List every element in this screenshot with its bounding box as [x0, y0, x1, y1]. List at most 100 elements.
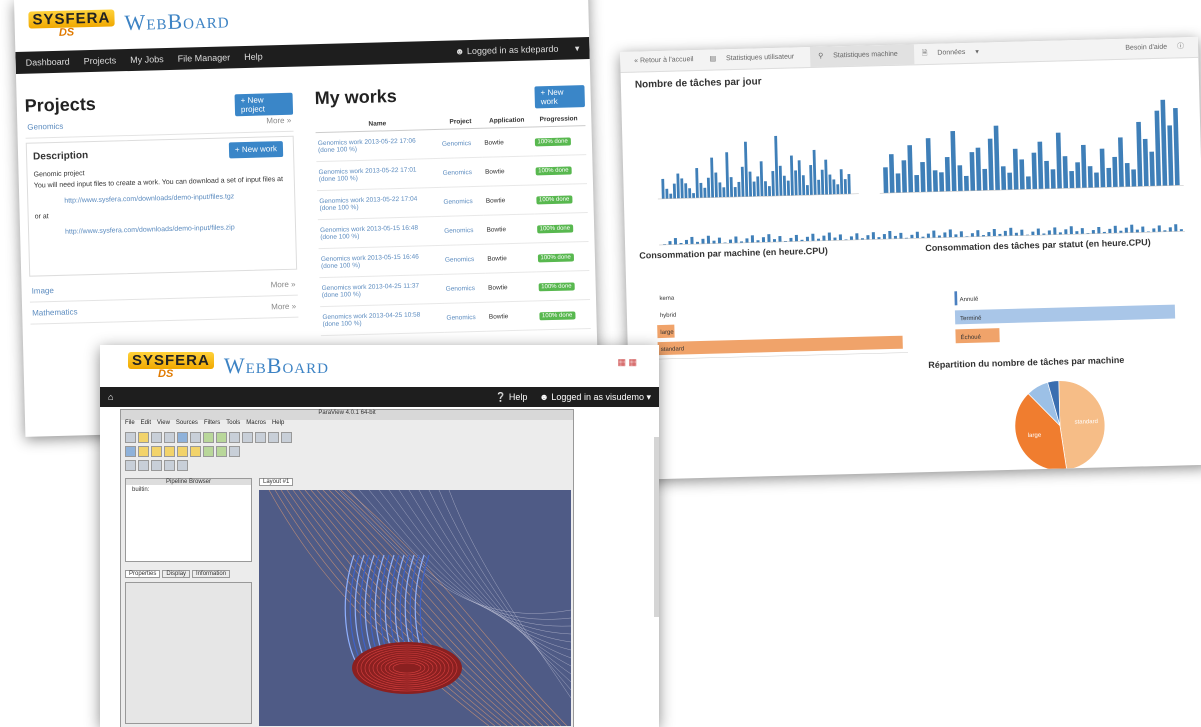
view-z-icon[interactable]: [151, 459, 162, 471]
first-frame-icon[interactable]: [229, 431, 240, 443]
menu-sources[interactable]: Sources: [176, 420, 198, 430]
bar: [782, 175, 787, 196]
nav-help[interactable]: Help: [244, 52, 263, 62]
bar-label: kema: [659, 296, 674, 302]
select-icon[interactable]: [177, 459, 188, 471]
user-menu[interactable]: ☻ Logged in as kdepardo ▾: [455, 43, 580, 57]
reset-camera-icon[interactable]: [203, 431, 214, 443]
work-name[interactable]: Genomics work 2013-05-15 16:46 (done 100 …: [318, 245, 444, 278]
menu-macros[interactable]: Macros: [246, 420, 266, 430]
menu-file[interactable]: File: [125, 420, 135, 430]
help-button[interactable]: ❔ Help: [495, 392, 527, 403]
pipeline-item-builtin[interactable]: builtin:: [126, 485, 251, 495]
bar: [1149, 151, 1155, 187]
user-menu-2[interactable]: ☻ Logged in as visudemo ▾: [539, 392, 651, 403]
work-project[interactable]: Genomics: [441, 186, 485, 217]
page-scrollbar[interactable]: [654, 437, 659, 617]
sysfera-logo[interactable]: SYSFERA DS: [28, 9, 115, 39]
rotate-icon[interactable]: [164, 459, 175, 471]
calculator-icon[interactable]: [138, 445, 149, 457]
nav-dashboard[interactable]: Dashboard: [26, 57, 70, 68]
tab-back-home[interactable]: « Retour à l'accueil: [626, 50, 702, 72]
glyph-icon[interactable]: [203, 445, 214, 457]
view-x-icon[interactable]: [125, 459, 136, 471]
bar: [1031, 231, 1035, 236]
slice-icon[interactable]: [177, 445, 188, 457]
menu-view[interactable]: View: [157, 420, 170, 430]
play-icon[interactable]: [255, 431, 266, 443]
bar: [1118, 137, 1124, 187]
menu-tools[interactable]: Tools: [226, 420, 240, 430]
bar: [706, 235, 711, 244]
bar: [669, 193, 673, 199]
work-name[interactable]: Genomics work 2013-05-22 17:04 (done 100 …: [317, 187, 442, 220]
redo-icon[interactable]: [164, 431, 175, 443]
color-map-icon[interactable]: [125, 445, 136, 457]
threshold-icon[interactable]: [190, 445, 201, 457]
work-name[interactable]: Genomics work 2013-05-15 16:48 (done 100 …: [317, 216, 443, 249]
nav-my-jobs[interactable]: My Jobs: [130, 54, 164, 65]
bar: [1058, 232, 1062, 235]
tab-display[interactable]: Display: [162, 570, 191, 578]
bar: [1055, 132, 1062, 189]
work-project[interactable]: Genomics: [439, 128, 483, 159]
table-row[interactable]: Genomics work 2013-04-25 10:58 (done 100 …: [320, 299, 591, 336]
bar-label: Échoué: [961, 334, 982, 342]
work-project[interactable]: Genomics: [442, 244, 486, 275]
clip-icon[interactable]: [164, 445, 175, 457]
tab-properties[interactable]: Properties: [125, 570, 161, 578]
tab-data[interactable]: 🗎 Données ▾: [914, 42, 988, 64]
contour-icon[interactable]: [151, 445, 162, 457]
work-progress: 100% done: [533, 183, 588, 214]
tab-machine-stats[interactable]: ⚲ Statistiques machine: [809, 44, 915, 68]
work-project[interactable]: Genomics: [444, 302, 488, 333]
nav-file-manager[interactable]: File Manager: [178, 52, 231, 63]
bar: [1069, 226, 1073, 235]
new-work-small-button[interactable]: + New work: [228, 141, 284, 159]
bar: [1099, 148, 1106, 188]
bar-label: Terminé: [960, 316, 982, 323]
bar: [895, 173, 901, 193]
menu-filters[interactable]: Filters: [204, 420, 220, 430]
sysfera-logo-2[interactable]: SYSFERA DS: [128, 352, 214, 380]
work-name[interactable]: Genomics work 2013-05-22 17:06 (done 100 …: [315, 129, 441, 162]
work-application: Bowtie: [484, 242, 536, 274]
warp-icon[interactable]: [229, 445, 240, 457]
paraview-window: SYSFERA DS WebBoard ▦ ▦ ⌂ ❔ Help ☻ Logge…: [100, 345, 659, 727]
nav-projects[interactable]: Projects: [84, 55, 117, 66]
new-project-button[interactable]: + New project: [234, 92, 294, 117]
work-project[interactable]: Genomics: [440, 157, 484, 188]
tab-layout-1[interactable]: Layout #1: [259, 478, 294, 486]
work-name[interactable]: Genomics work 2013-04-25 10:58 (done 100 …: [320, 303, 445, 336]
next-frame-icon[interactable]: [268, 431, 279, 443]
bar: [657, 335, 903, 356]
bar: [976, 230, 980, 237]
work-name[interactable]: Genomics work 2013-04-25 11:37 (done 100 …: [319, 274, 445, 307]
help-link[interactable]: Besoin d'aide ⓘ: [1109, 37, 1192, 59]
flag-icons[interactable]: ▦ ▦: [617, 357, 637, 368]
tab-information[interactable]: Information: [192, 570, 231, 578]
download-link-zip[interactable]: http://www.sysfera.com/downloads/demo-in…: [35, 222, 289, 239]
last-frame-icon[interactable]: [281, 431, 292, 443]
menu-edit[interactable]: Edit: [141, 420, 151, 430]
prev-frame-icon[interactable]: [242, 431, 253, 443]
help-icon[interactable]: [190, 431, 201, 443]
undo-icon[interactable]: [151, 431, 162, 443]
bar: [1012, 148, 1019, 190]
bar: [728, 239, 733, 244]
save-icon[interactable]: [138, 431, 149, 443]
camera-icon[interactable]: [177, 431, 188, 443]
zoom-icon[interactable]: [216, 431, 227, 443]
menu-help[interactable]: Help: [272, 420, 284, 430]
work-name[interactable]: Genomics work 2013-05-22 17:01 (done 100 …: [316, 158, 442, 191]
work-project[interactable]: Genomics: [441, 215, 485, 246]
bar: [1154, 110, 1162, 187]
view-y-icon[interactable]: [138, 459, 149, 471]
new-work-button[interactable]: + New work: [534, 85, 585, 109]
work-project[interactable]: Genomics: [443, 273, 487, 304]
stream-tracer-icon[interactable]: [216, 445, 227, 457]
open-icon[interactable]: [125, 431, 136, 443]
render-view[interactable]: [259, 490, 571, 726]
home-icon[interactable]: ⌂: [108, 392, 113, 402]
works-table-body: Genomics work 2013-05-22 17:06 (done 100 …: [315, 125, 591, 336]
